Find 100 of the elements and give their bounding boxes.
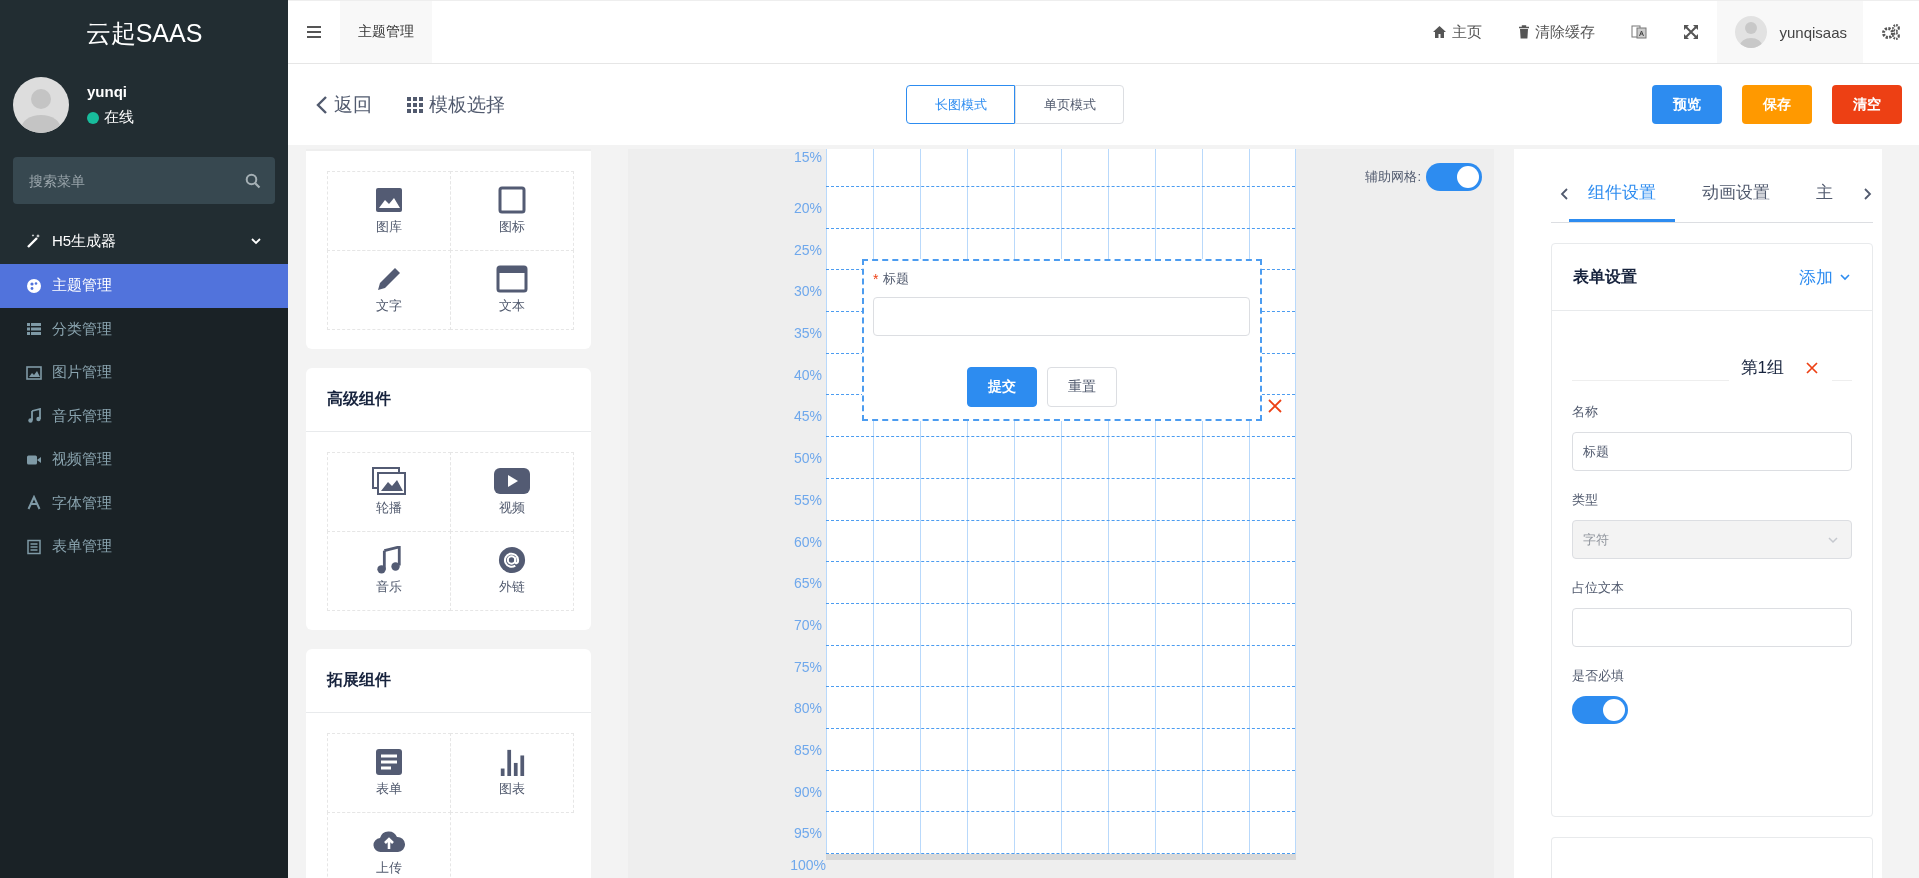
palette-icon <box>26 277 42 294</box>
magic-wand-icon <box>26 233 42 249</box>
chevron-left-icon <box>1559 186 1569 201</box>
grid-toggle[interactable] <box>1426 163 1482 191</box>
input-field[interactable]: 标题 <box>1572 432 1852 471</box>
ruler-label: 50% <box>792 449 823 469</box>
user-status: 在线 <box>104 108 134 127</box>
component-item[interactable]: 文字 <box>327 250 451 330</box>
component-label: 文本 <box>499 297 525 315</box>
menu-group-label: H5生成器 <box>52 231 118 251</box>
input-field[interactable] <box>873 297 1250 336</box>
music-note-icon <box>376 546 402 574</box>
back-button[interactable]: 返回 <box>316 91 372 118</box>
component-item[interactable]: 视频 <box>450 452 574 532</box>
toggle-switch[interactable] <box>1572 696 1628 724</box>
mode-tab[interactable]: 长图模式 <box>906 85 1015 124</box>
component-item[interactable]: 外链 <box>450 531 574 611</box>
component-label: 轮播 <box>376 499 402 517</box>
avatar-placeholder <box>1735 16 1768 48</box>
menu-item[interactable]: 图片管理 <box>0 351 288 395</box>
scrollbar[interactable] <box>826 854 1296 860</box>
search-icon <box>245 173 261 189</box>
component-item[interactable]: 音乐 <box>327 531 451 611</box>
menu-item[interactable]: 视频管理 <box>0 438 288 482</box>
menu-group[interactable]: H5生成器 <box>0 218 288 264</box>
form-icon <box>26 538 42 555</box>
at-sign-icon <box>497 546 527 574</box>
trash-icon <box>1518 25 1531 39</box>
component-item[interactable]: 图标 <box>450 171 574 251</box>
reset-button[interactable]: 重置 <box>1046 367 1117 407</box>
component-item[interactable]: 轮播 <box>327 452 451 532</box>
menu-item[interactable]: 主题管理 <box>0 264 288 308</box>
close-icon[interactable] <box>1268 399 1282 413</box>
ruler-label: 65% <box>792 574 823 594</box>
ruler-label: 70% <box>792 615 823 635</box>
menu-item[interactable]: 表单管理 <box>0 525 288 569</box>
app-logo: 云起SAAS <box>85 17 203 49</box>
settings-tab[interactable]: 主 <box>1797 165 1839 222</box>
ruler-label: 95% <box>792 824 823 844</box>
images-icon <box>372 467 406 495</box>
chevron-left-icon <box>316 94 328 115</box>
ruler-label: 60% <box>792 532 823 552</box>
ruler-label: 100% <box>789 856 826 874</box>
field-label: 占位文本 <box>1572 579 1625 597</box>
action-button[interactable]: 清空 <box>1832 85 1902 124</box>
component-label: 视频 <box>499 499 525 517</box>
menu-item[interactable]: 分类管理 <box>0 307 288 351</box>
settings-tab[interactable]: 组件设置 <box>1569 165 1675 222</box>
music-note-icon <box>26 408 42 425</box>
menu-item[interactable]: 字体管理 <box>0 481 288 525</box>
ruler-label: 30% <box>792 282 823 302</box>
font-icon <box>26 495 42 512</box>
ruler-label: 40% <box>792 365 823 385</box>
page-tab[interactable]: 主题管理 <box>340 1 432 63</box>
field-label: 标题 <box>883 270 910 288</box>
ruler-label: 35% <box>792 324 823 344</box>
close-icon <box>1806 361 1818 374</box>
chevron-right-icon <box>1863 186 1873 201</box>
settings-tab[interactable]: 动画设置 <box>1683 165 1789 222</box>
component-label: 表单 <box>376 780 402 798</box>
ruler-label: 25% <box>792 240 823 260</box>
menu-item[interactable]: 音乐管理 <box>0 394 288 438</box>
nav-link[interactable]: 清除缓存 <box>1500 1 1614 63</box>
component-label: 音乐 <box>376 578 402 596</box>
component-item[interactable]: 上传 <box>327 812 451 878</box>
ruler-label: 45% <box>792 407 823 427</box>
bar-chart-icon <box>498 748 526 776</box>
component-label: 图库 <box>376 218 402 236</box>
grid-icon <box>407 96 423 113</box>
ruler-label: 55% <box>792 490 823 510</box>
form-widget[interactable]: * 标题 提交 重置 <box>862 259 1262 421</box>
add-dropdown[interactable]: 添加 <box>1799 265 1851 289</box>
component-item[interactable]: 图库 <box>327 171 451 251</box>
ruler-label: 80% <box>792 699 823 719</box>
window-icon <box>496 265 528 293</box>
user-menu[interactable]: yunqisaas <box>1717 1 1863 63</box>
field-label: 是否必填 <box>1572 667 1625 685</box>
field-label: 名称 <box>1572 403 1599 421</box>
search-field[interactable]: 搜索菜单 <box>13 157 275 204</box>
card-title: 高级组件 <box>327 389 391 409</box>
required-mark: * <box>873 271 879 287</box>
component-item[interactable]: 表单 <box>327 733 451 813</box>
template-select-button[interactable]: 模板选择 <box>407 91 505 118</box>
ruler-label: 15% <box>792 149 823 167</box>
ruler-label: 75% <box>792 657 823 677</box>
list-icon <box>26 321 42 338</box>
home-icon <box>1432 25 1448 39</box>
toggle-label: 辅助网格: <box>1365 168 1421 186</box>
input-field[interactable] <box>1572 608 1852 647</box>
status-dot-icon <box>87 111 99 124</box>
component-item[interactable]: 文本 <box>450 250 574 330</box>
group-tab[interactable]: 第1组 <box>1740 356 1784 379</box>
ruler-label: 20% <box>792 199 823 218</box>
mode-tab[interactable]: 单页模式 <box>1015 85 1124 124</box>
image-icon <box>26 364 42 381</box>
component-item[interactable]: 图表 <box>450 733 574 813</box>
card-title: 拓展组件 <box>327 670 391 690</box>
component-label: 图表 <box>499 780 525 798</box>
field-label: 类型 <box>1572 491 1599 509</box>
nav-link[interactable]: 主页 <box>1414 1 1501 63</box>
